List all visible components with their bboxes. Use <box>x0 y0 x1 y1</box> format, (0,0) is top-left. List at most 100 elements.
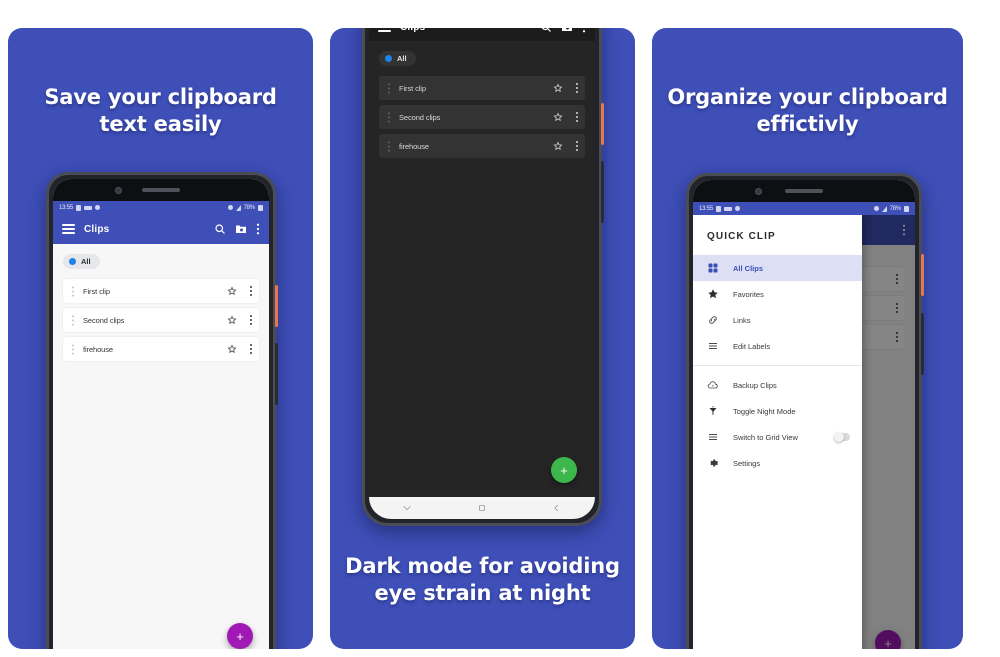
filter-chip-label: All <box>397 54 407 63</box>
earpiece-speaker <box>142 188 180 192</box>
navigation-drawer: QUICK CLIP All Clips Favorites Links Edi… <box>693 215 862 649</box>
status-wifi-icon <box>873 206 879 211</box>
table-row[interactable]: First clip <box>63 279 259 303</box>
sidebar-item-edit-labels[interactable]: Edit Labels <box>693 333 862 359</box>
more-vert-icon[interactable] <box>582 28 586 33</box>
phone-screen: Clips All <box>369 28 595 519</box>
status-alarm-icon <box>95 205 101 210</box>
sidebar-item-links[interactable]: Links <box>693 307 862 333</box>
drawer-divider <box>693 365 862 366</box>
sidebar-item-backup-clips[interactable]: Backup Clips <box>693 372 862 398</box>
more-vert-icon[interactable] <box>249 286 252 296</box>
status-signal-icon <box>235 204 241 211</box>
hamburger-icon[interactable] <box>378 28 391 32</box>
table-row[interactable]: firehouse <box>379 134 585 158</box>
star-icon[interactable] <box>227 315 237 325</box>
drag-handle-icon[interactable] <box>386 82 392 94</box>
grid-view-toggle[interactable] <box>833 432 850 442</box>
clip-label: Second clips <box>399 112 441 122</box>
drag-handle-icon[interactable] <box>70 343 76 355</box>
table-row[interactable]: firehouse <box>63 337 259 361</box>
android-navigation-bar <box>369 497 595 519</box>
sidebar-item-favorites[interactable]: Favorites <box>693 281 862 307</box>
more-vert-icon[interactable] <box>249 344 252 354</box>
more-vert-icon[interactable] <box>256 223 260 235</box>
night-mode-icon <box>707 405 720 418</box>
app-bar-title: Clips <box>400 28 531 33</box>
sidebar-item-switch-to-grid-view[interactable]: Switch to Grid View <box>693 424 862 450</box>
more-vert-icon[interactable] <box>575 141 578 151</box>
more-vert-icon[interactable] <box>575 83 578 93</box>
star-icon[interactable] <box>553 83 563 93</box>
clip-list: First clip Second clips firehouse <box>53 279 269 361</box>
chip-color-dot-icon <box>69 258 76 265</box>
recents-icon[interactable] <box>402 503 412 513</box>
sidebar-item-label: Favorites <box>733 289 764 299</box>
filter-chip-all[interactable]: All <box>379 51 416 66</box>
back-arrow-icon[interactable] <box>552 503 562 513</box>
status-usb-icon <box>76 204 82 211</box>
sidebar-item-label: All Clips <box>733 263 764 273</box>
more-vert-icon[interactable] <box>249 315 252 325</box>
sidebar-item-label: Switch to Grid View <box>733 432 798 442</box>
drag-handle-icon[interactable] <box>386 111 392 123</box>
home-square-icon[interactable] <box>477 503 487 513</box>
phone-side-button <box>921 313 924 375</box>
status-bar-battery: 78% <box>889 205 902 212</box>
drag-handle-icon[interactable] <box>386 140 392 152</box>
star-icon[interactable] <box>553 141 563 151</box>
status-bar-battery: 78% <box>243 204 256 211</box>
clip-list: First clip Second clips firehouse <box>369 76 595 158</box>
drag-handle-icon[interactable] <box>70 285 76 297</box>
star-filled-icon <box>707 288 720 301</box>
sidebar-item-all-clips[interactable]: All Clips <box>693 255 862 281</box>
search-icon[interactable] <box>540 28 552 33</box>
add-clip-fab[interactable]: + <box>227 623 253 649</box>
sidebar-item-toggle-night-mode[interactable]: Toggle Night Mode <box>693 398 862 424</box>
clip-label: First clip <box>399 83 426 93</box>
folder-icon[interactable] <box>235 223 247 235</box>
app-bar: Clips <box>369 28 595 41</box>
sidebar-item-label: Backup Clips <box>733 380 777 390</box>
status-bar-time: 13:55 <box>59 204 74 211</box>
sidebar-item-label: Links <box>733 315 751 325</box>
phone-side-button-accent <box>921 254 924 296</box>
table-row[interactable]: Second clips <box>63 308 259 332</box>
status-bar: 13:55 78% <box>53 201 269 214</box>
chip-color-dot-icon <box>385 55 392 62</box>
more-vert-icon[interactable] <box>575 112 578 122</box>
battery-icon <box>258 204 263 211</box>
clip-list-content: All First clip Second clips firehouse + <box>53 244 269 649</box>
phone-notch <box>53 179 269 201</box>
drag-handle-icon[interactable] <box>70 314 76 326</box>
star-icon[interactable] <box>553 112 563 122</box>
hamburger-icon[interactable] <box>62 224 75 234</box>
clip-label: First clip <box>83 286 110 296</box>
clip-label: firehouse <box>83 344 113 354</box>
table-row[interactable]: First clip <box>379 76 585 100</box>
sidebar-item-settings[interactable]: Settings <box>693 450 862 476</box>
list-icon <box>707 431 720 444</box>
search-icon[interactable] <box>214 223 226 235</box>
front-camera-icon <box>115 187 122 194</box>
panel-dark-mode: Clips All <box>330 28 635 649</box>
phone-side-button <box>275 343 278 405</box>
fab-plus-icon: + <box>560 462 568 478</box>
status-bar-time: 13:55 <box>699 205 714 212</box>
status-alarm-icon <box>735 206 741 211</box>
list-icon <box>707 340 720 353</box>
filter-chip-all[interactable]: All <box>63 254 100 269</box>
add-clip-fab[interactable]: + <box>551 457 577 483</box>
star-icon[interactable] <box>227 286 237 296</box>
star-icon[interactable] <box>227 344 237 354</box>
app-bar-title: Clips <box>84 223 110 235</box>
panel-headline: Save your clipboard text easily <box>44 85 277 136</box>
earpiece-speaker <box>785 189 823 193</box>
grid-icon <box>707 262 720 275</box>
phone-mockup-dark: Clips All <box>362 28 604 526</box>
phone-notch <box>693 180 915 202</box>
table-row[interactable]: Second clips <box>379 105 585 129</box>
store-listing-screenshot-strip: Save your clipboard text easily 13:55 78… <box>0 0 1000 657</box>
folder-icon[interactable] <box>561 28 573 33</box>
sidebar-item-label: Toggle Night Mode <box>733 406 796 416</box>
